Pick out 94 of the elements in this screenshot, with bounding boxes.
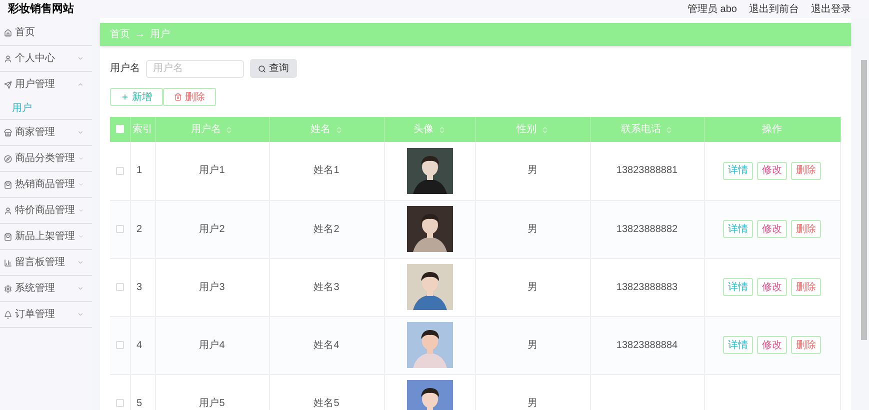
chevron-down-icon: [77, 129, 84, 136]
chevron-down-icon: [78, 155, 84, 162]
breadcrumb-item: →: [135, 28, 145, 42]
phone-text: 13823888881: [616, 165, 678, 176]
edit-button[interactable]: 修改: [757, 278, 787, 296]
breadcrumb-item: 用户: [150, 28, 170, 42]
username-text: 用户4: [199, 340, 225, 350]
compass-icon: [4, 154, 12, 162]
sidebar-item[interactable]: 系统管理: [0, 276, 92, 301]
sidebar-item[interactable]: 个人中心: [0, 46, 92, 71]
row-checkbox[interactable]: [116, 282, 124, 291]
index-text: 3: [136, 282, 142, 292]
sidebar-item[interactable]: 商品分类管理: [0, 146, 92, 171]
detail-button[interactable]: 详情: [723, 162, 753, 180]
sort-icon[interactable]: [225, 126, 233, 134]
delete-button[interactable]: 删除: [791, 278, 821, 296]
sidebar-item[interactable]: 留言板管理: [0, 250, 92, 275]
search-field[interactable]: 用户名: [146, 60, 244, 78]
chevron-down-icon: [77, 55, 84, 62]
sex-text: 男: [528, 340, 538, 350]
sex-text: 男: [528, 282, 538, 292]
name-text: 姓名1: [314, 165, 340, 176]
detail-button[interactable]: 详情: [723, 336, 753, 354]
chevron-down-icon: [77, 311, 84, 318]
bag-icon: [4, 180, 12, 188]
index-text: 5: [136, 398, 142, 408]
sidebar-item[interactable]: 新品上架管理: [0, 224, 92, 249]
delete-button[interactable]: 删除: [791, 336, 821, 354]
trash-icon: [174, 93, 182, 101]
chevron-up-icon: [77, 81, 84, 88]
bell-icon: [4, 310, 12, 318]
bag-icon: [4, 232, 12, 240]
phone-text: 13823888882: [616, 224, 678, 234]
sidebar-item[interactable]: 商家管理: [0, 120, 92, 145]
name-text: 姓名4: [314, 340, 340, 350]
store-icon: [4, 128, 12, 136]
settings-icon: [4, 284, 12, 292]
plus-icon: [121, 93, 129, 101]
sex-text: 男: [528, 165, 538, 176]
row-checkbox[interactable]: [116, 398, 124, 407]
edit-button[interactable]: 修改: [757, 336, 787, 354]
row-checkbox[interactable]: [116, 166, 124, 175]
phone-text: 13823888883: [616, 282, 678, 292]
site-title: 彩妆销售网站: [8, 2, 74, 17]
username-text: 用户5: [199, 398, 225, 408]
sort-icon[interactable]: [334, 126, 342, 134]
header-link[interactable]: 退出到前台: [749, 2, 799, 16]
name-text: 姓名3: [314, 282, 340, 292]
username-text: 用户1: [199, 165, 225, 176]
send-icon: [4, 80, 12, 88]
sidebar-item[interactable]: 订单管理: [0, 302, 92, 327]
sex-text: 男: [528, 398, 538, 408]
home-icon: [4, 28, 12, 36]
sort-icon[interactable]: [665, 126, 673, 134]
detail-button[interactable]: 详情: [723, 220, 753, 238]
search-icon: [258, 64, 266, 72]
sidebar-item[interactable]: 热销商品管理: [0, 172, 92, 197]
search-label: 用户名: [110, 62, 140, 76]
user-icon: [4, 54, 12, 62]
header-link[interactable]: 管理员 abo: [688, 2, 737, 16]
chevron-down-icon: [78, 207, 84, 214]
header-link[interactable]: 退出登录: [811, 2, 851, 16]
sex-text: 男: [528, 224, 538, 234]
index-text: 1: [136, 165, 142, 176]
submenu-item[interactable]: 用户: [0, 97, 92, 119]
sort-icon[interactable]: [540, 126, 548, 134]
chevron-down-icon: [78, 181, 84, 188]
row-checkbox[interactable]: [116, 224, 124, 233]
add-button[interactable]: 新增: [110, 88, 163, 106]
sidebar-item[interactable]: 特价商品管理: [0, 198, 92, 223]
chevron-down-icon: [77, 285, 84, 292]
scrollbar[interactable]: [861, 60, 867, 340]
username-text: 用户2: [199, 224, 225, 234]
row-checkbox[interactable]: [116, 340, 124, 349]
chart-icon: [4, 258, 12, 266]
edit-button[interactable]: 修改: [757, 162, 787, 180]
delete-button[interactable]: 删除: [163, 88, 216, 106]
delete-button[interactable]: 删除: [791, 220, 821, 238]
user-icon: [4, 206, 12, 214]
index-text: 4: [136, 340, 142, 350]
delete-button[interactable]: 删除: [791, 162, 821, 180]
sidebar-item[interactable]: 用户管理: [0, 72, 92, 97]
search-button[interactable]: 查询: [250, 59, 297, 78]
index-text: 2: [136, 224, 142, 234]
sidebar-item[interactable]: 首页: [0, 20, 92, 45]
chevron-down-icon: [77, 259, 84, 266]
detail-button[interactable]: 详情: [723, 278, 753, 296]
chevron-down-icon: [78, 233, 84, 240]
sort-icon[interactable]: [438, 126, 446, 134]
name-text: 姓名2: [314, 224, 340, 234]
phone-text: 13823888884: [616, 340, 678, 350]
edit-button[interactable]: 修改: [757, 220, 787, 238]
username-text: 用户3: [199, 282, 225, 292]
name-text: 姓名5: [314, 398, 340, 408]
